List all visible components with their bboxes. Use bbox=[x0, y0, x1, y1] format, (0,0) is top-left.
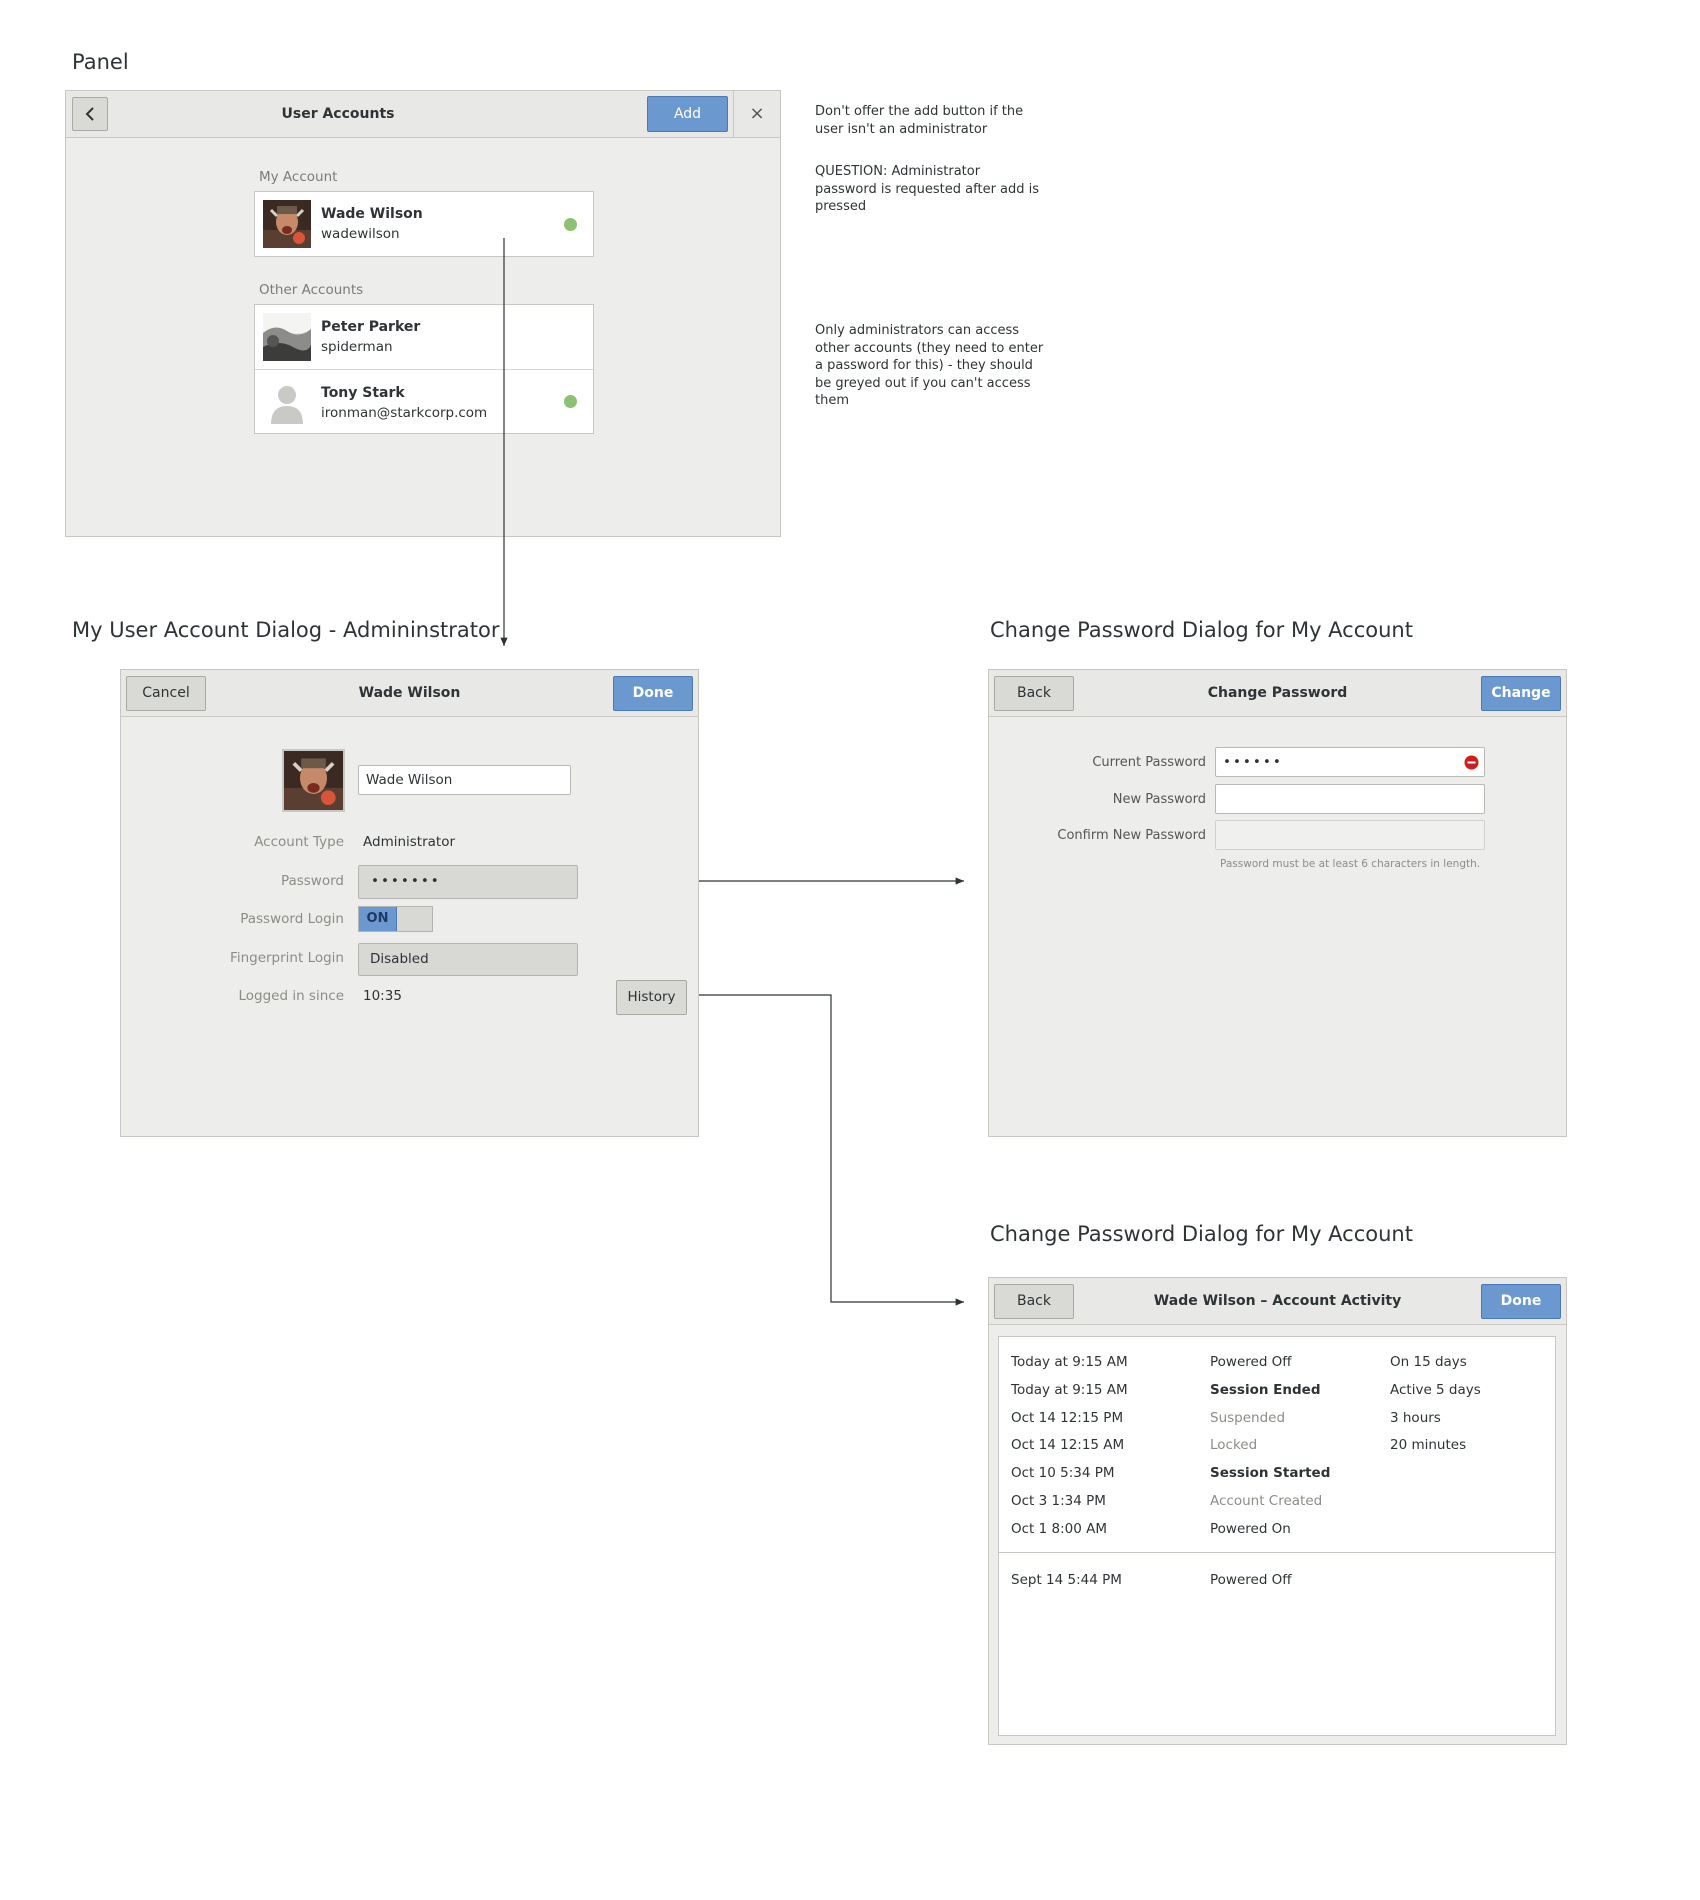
activity-duration: 3 hours bbox=[1390, 1409, 1441, 1426]
confirm-password-field[interactable] bbox=[1215, 820, 1485, 850]
change-button[interactable]: Change bbox=[1481, 676, 1561, 711]
activity-event: Session Ended bbox=[1210, 1381, 1321, 1398]
password-label: Password bbox=[280, 873, 344, 889]
activity-time: Oct 10 5:34 PM bbox=[1011, 1465, 1115, 1482]
avatar bbox=[284, 751, 343, 810]
activity-duration: On 15 days bbox=[1390, 1354, 1467, 1370]
dialog-title: Wade Wilson bbox=[358, 685, 461, 701]
account-type-value[interactable]: Administrator bbox=[363, 834, 455, 850]
activity-time: Oct 14 12:15 PM bbox=[1011, 1409, 1124, 1426]
dialog-title: Wade Wilson – Account Activity bbox=[1153, 1293, 1402, 1309]
activity-event: Powered Off bbox=[1210, 1354, 1292, 1370]
activity-time: Oct 14 12:15 AM bbox=[1011, 1437, 1125, 1454]
activity-duration: 20 minutes bbox=[1390, 1437, 1467, 1454]
logged-in-label: Logged in since bbox=[238, 988, 344, 1004]
account-activity-dialog: Back Wade Wilson – Account Activity Done… bbox=[988, 1277, 1567, 1745]
account-dialog-header: Cancel Wade Wilson Done bbox=[121, 670, 698, 717]
current-password-field[interactable]: •••••• bbox=[1215, 747, 1485, 777]
dialog-title: Change Password bbox=[1207, 685, 1348, 701]
activity-list: Today at 9:15 AM Powered Off On 15 days Tod… bbox=[998, 1336, 1556, 1736]
activity-time: Today at 9:15 AM bbox=[1011, 1354, 1128, 1370]
full-name-input[interactable]: Wade Wilson bbox=[358, 765, 571, 795]
current-password-label: Current Password bbox=[1092, 755, 1206, 770]
password-login-label: Password Login bbox=[240, 911, 344, 927]
activity-time: Oct 1 8:00 AM bbox=[1011, 1520, 1108, 1537]
current-password-value: •••••• bbox=[1223, 754, 1283, 770]
activity-event: Powered Off bbox=[1210, 1572, 1292, 1588]
activity-event: Locked bbox=[1210, 1437, 1258, 1454]
activity-separator bbox=[999, 1552, 1555, 1553]
error-icon bbox=[1464, 755, 1479, 770]
change-password-header: Back Change Password Change bbox=[989, 670, 1566, 717]
logged-in-value: 10:35 bbox=[363, 988, 402, 1004]
account-type-label: Account Type bbox=[254, 834, 344, 850]
activity-event: Session Started bbox=[1210, 1465, 1331, 1482]
activity-header: Back Wade Wilson – Account Activity Done bbox=[989, 1278, 1566, 1325]
activity-time: Today at 9:15 AM bbox=[1011, 1381, 1128, 1398]
history-button[interactable]: History bbox=[616, 980, 687, 1015]
new-password-label: New Password bbox=[1112, 792, 1206, 807]
switch-on-label: ON bbox=[359, 907, 397, 931]
done-button[interactable]: Done bbox=[1481, 1284, 1561, 1319]
activity-time: Sept 14 5:44 PM bbox=[1011, 1572, 1122, 1588]
activity-duration: Active 5 days bbox=[1390, 1381, 1481, 1398]
change-password-dialog: Back Change Password Change Current Pass… bbox=[988, 669, 1567, 1137]
new-password-field[interactable] bbox=[1215, 784, 1485, 814]
activity-event: Suspended bbox=[1210, 1409, 1286, 1426]
password-login-switch[interactable]: ON bbox=[358, 906, 433, 932]
account-dialog: Cancel Wade Wilson Done Wade Wilson Acco… bbox=[120, 669, 699, 1137]
avatar-button[interactable] bbox=[282, 749, 345, 812]
confirm-password-label: Confirm New Password bbox=[1057, 828, 1206, 843]
fingerprint-login-button[interactable]: Disabled bbox=[358, 943, 578, 976]
activity-event: Account Created bbox=[1210, 1493, 1323, 1509]
password-button[interactable]: ••••••• bbox=[358, 865, 578, 899]
password-hint: Password must be at least 6 characters i… bbox=[1220, 858, 1481, 870]
fingerprint-login-label: Fingerprint Login bbox=[230, 950, 344, 966]
activity-event: Powered On bbox=[1210, 1520, 1291, 1537]
activity-time: Oct 3 1:34 PM bbox=[1011, 1493, 1106, 1509]
done-button[interactable]: Done bbox=[613, 676, 693, 711]
